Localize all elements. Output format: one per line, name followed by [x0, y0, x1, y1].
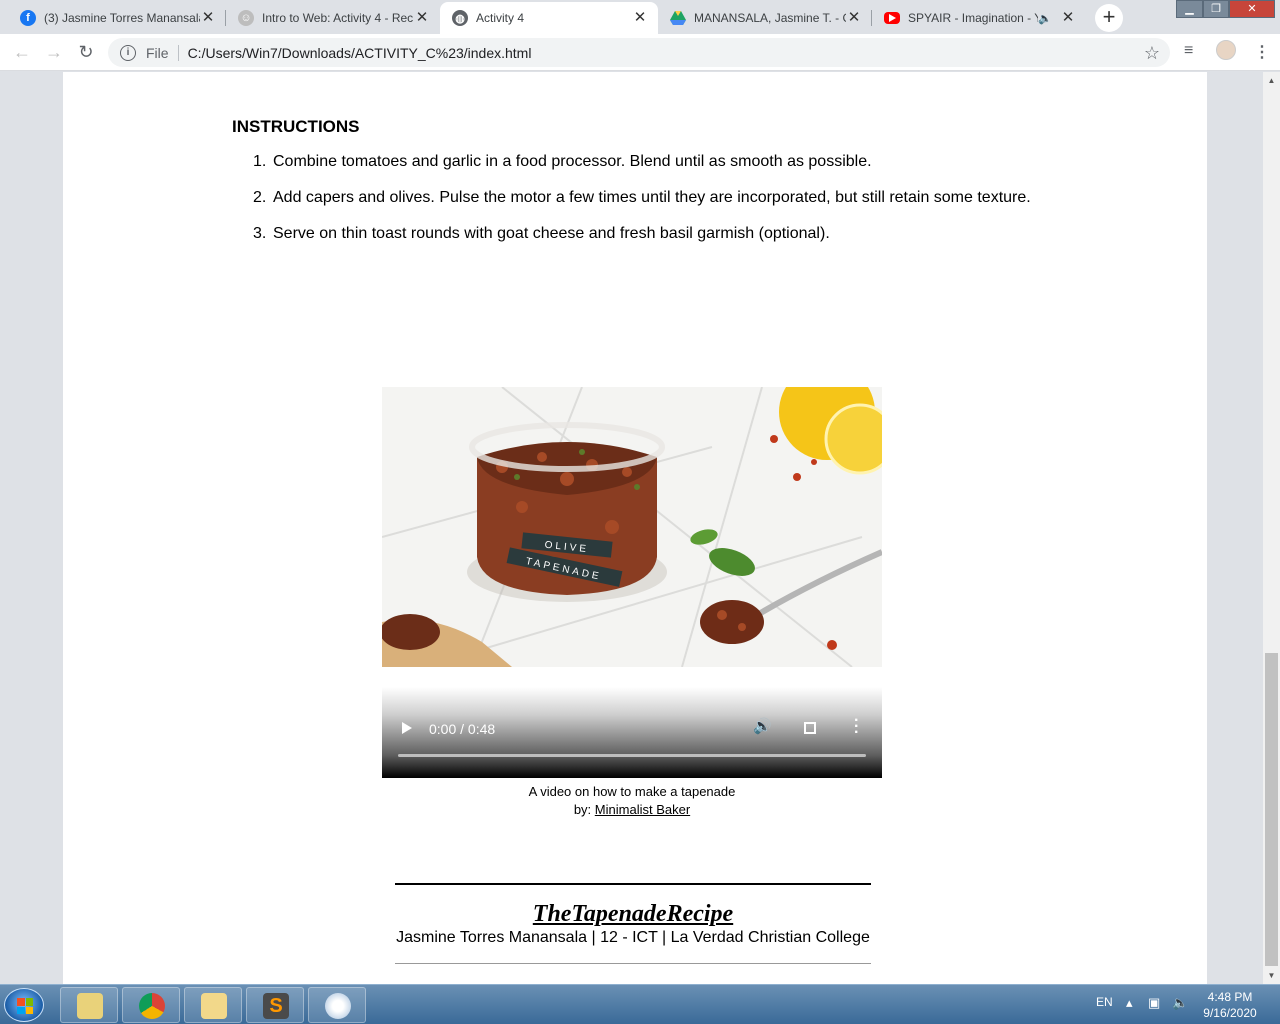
tab-facebook[interactable]: f (3) Jasmine Torres Manansala ✕	[8, 2, 226, 34]
tab-youtube[interactable]: SPYAIR - Imagination - Y 🔈 ✕	[872, 2, 1086, 34]
tab-title: Activity 4	[476, 11, 525, 25]
instruction-step: 3. Serve on thin toast rounds with goat c…	[253, 225, 830, 242]
minimize-button[interactable]: ▁	[1176, 0, 1203, 18]
video-more-icon[interactable]: · · ·	[854, 713, 859, 741]
system-clock[interactable]: 4:48 PM 9/16/2020	[1198, 989, 1262, 1021]
footer-title: TheTapenadeRecipe	[532, 901, 734, 927]
window-close-button[interactable]: ✕	[1229, 0, 1275, 18]
address-separator	[177, 44, 179, 61]
instructions-list: 1. Combine tomatoes and garlic in a food …	[253, 153, 1153, 261]
back-button[interactable]: ←	[10, 41, 34, 65]
taskbar-sublime[interactable]: S	[246, 987, 304, 1023]
volume-icon[interactable]: 🔊	[753, 717, 772, 735]
close-icon[interactable]: ✕	[1060, 10, 1076, 26]
close-icon[interactable]: ✕	[200, 10, 216, 26]
instruction-step: 2. Add capers and olives. Pulse the motor…	[253, 189, 1031, 206]
footer-bottom-rule	[395, 963, 871, 964]
windows-logo-icon	[17, 998, 33, 1014]
menu-kebab-icon[interactable]: ⋮	[1254, 42, 1270, 62]
scheme-label: File	[146, 44, 169, 61]
paint-icon	[325, 993, 351, 1019]
play-icon[interactable]	[402, 722, 412, 734]
scroll-down-arrow[interactable]: ▼	[1263, 967, 1280, 984]
web-page: INSTRUCTIONS 1. Combine tomatoes and garl…	[63, 72, 1207, 984]
taskbar-files[interactable]	[184, 987, 242, 1023]
browser-viewport: INSTRUCTIONS 1. Combine tomatoes and garl…	[0, 72, 1280, 984]
vertical-scrollbar[interactable]: ▲ ▼	[1263, 72, 1280, 984]
explorer-icon	[77, 993, 103, 1019]
url-text[interactable]: C:/Users/Win7/Downloads/ACTIVITY_C%23/in…	[188, 45, 532, 61]
speaker-icon[interactable]: 🔈	[1038, 12, 1052, 25]
tab-activity-4[interactable]: ◍ Activity 4 ✕	[440, 2, 658, 34]
caption-author: by: Minimalist Baker	[573, 802, 691, 817]
volume-tray-icon[interactable]: 🔈	[1172, 995, 1188, 1011]
close-icon[interactable]: ✕	[846, 10, 862, 26]
info-icon[interactable]: i	[120, 44, 136, 61]
author-link[interactable]: Minimalist Baker	[595, 802, 690, 817]
caption-text: A video on how to make a tapenade	[528, 784, 736, 799]
chrome-icon	[139, 993, 165, 1019]
video-player[interactable]: 0:00 / 0:48 🔊 · · ·	[382, 687, 882, 778]
tab-title: SPYAIR - Imagination - Y	[908, 11, 1039, 25]
close-icon[interactable]: ✕	[414, 10, 430, 26]
taskbar-explorer[interactable]	[60, 987, 118, 1023]
facebook-icon: f	[20, 10, 36, 26]
tab-intro-to-web[interactable]: ☺ Intro to Web: Activity 4 - Rec ✕	[226, 2, 440, 34]
new-tab-button[interactable]: +	[1095, 4, 1123, 32]
system-tray: EN ▴ ▣ 🔈 4:48 PM 9/16/2020	[1090, 985, 1280, 1024]
address-bar[interactable]: i File C:/Users/Win7/Downloads/ACTIVITY_…	[108, 38, 1170, 67]
forward-button[interactable]: →	[42, 41, 66, 65]
instructions-heading: INSTRUCTIONS	[232, 117, 360, 136]
files-icon	[201, 993, 227, 1019]
sublime-icon: S	[263, 993, 289, 1019]
video-time: 0:00 / 0:48	[429, 721, 496, 737]
classroom-icon: ☺	[238, 10, 254, 26]
start-button[interactable]	[4, 988, 44, 1022]
network-icon[interactable]: ▣	[1148, 995, 1160, 1011]
scroll-up-arrow[interactable]: ▲	[1263, 72, 1280, 89]
youtube-icon	[884, 12, 900, 24]
taskbar-chrome[interactable]	[122, 987, 180, 1023]
profile-avatar[interactable]	[1216, 40, 1236, 60]
close-icon[interactable]: ✕	[632, 10, 648, 26]
footer-credits: Jasmine Torres Manansala | 12 - ICT | La…	[396, 929, 870, 946]
tab-title: Intro to Web: Activity 4 - Rec	[262, 11, 414, 25]
restore-button[interactable]: ❐	[1203, 0, 1229, 18]
footer-top-rule	[395, 883, 871, 885]
fullscreen-icon[interactable]	[804, 722, 816, 734]
taskbar-paint[interactable]	[308, 987, 366, 1023]
tapenade-photo: OLIVE TAPENADE	[382, 387, 882, 667]
tab-title: MANANSALA, Jasmine T. - G	[694, 11, 846, 25]
language-indicator[interactable]: EN	[1096, 995, 1113, 1009]
drive-icon	[670, 10, 686, 26]
browser-toolbar: ← → ↻ i File C:/Users/Win7/Downloads/ACT…	[0, 34, 1280, 71]
scrollbar-thumb[interactable]	[1265, 653, 1278, 966]
tab-strip: f (3) Jasmine Torres Manansala ✕ ☺ Intro…	[0, 0, 1280, 34]
taskbar: S EN ▴ ▣ 🔈 4:48 PM 9/16/2020	[0, 984, 1280, 1024]
tray-expand-icon[interactable]: ▴	[1126, 995, 1133, 1011]
video-progress-bar[interactable]	[398, 754, 866, 757]
reload-button[interactable]: ↻	[74, 41, 98, 65]
bookmark-star-icon[interactable]: ☆	[1144, 43, 1160, 64]
video-caption: A video on how to make a tapenade by: Mi…	[382, 783, 882, 819]
media-control-icon[interactable]: ≡	[1184, 42, 1193, 60]
tab-title: (3) Jasmine Torres Manansala	[44, 11, 200, 25]
tab-drive[interactable]: MANANSALA, Jasmine T. - G ✕	[658, 2, 872, 34]
globe-icon: ◍	[452, 10, 468, 26]
instruction-step: 1. Combine tomatoes and garlic in a food …	[253, 153, 872, 170]
